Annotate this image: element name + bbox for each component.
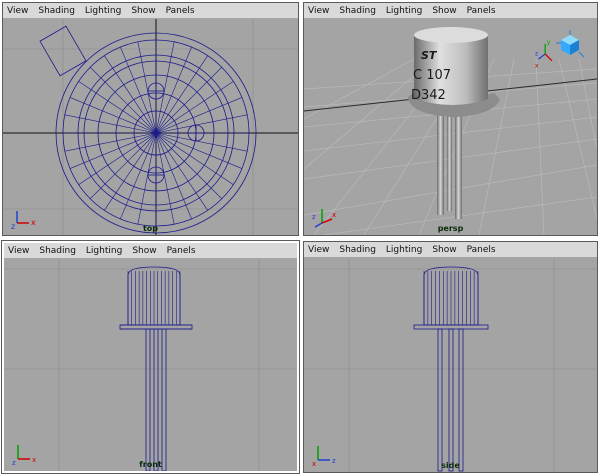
- menubar-front: View Shading Lighting Show Panels: [4, 243, 297, 259]
- axis-compass-persp: y z x: [535, 40, 553, 70]
- st-logo: ST: [421, 49, 438, 62]
- menu-view[interactable]: View: [308, 242, 329, 258]
- axis-x-label: x: [535, 64, 539, 70]
- lead-right: [455, 107, 462, 219]
- viewport-persp[interactable]: ST C 107 D342 y z x x z persp: [304, 19, 597, 235]
- axis-x-label: x: [332, 211, 336, 219]
- part-number-line2: D342: [411, 88, 446, 103]
- view-cube-icon[interactable]: [555, 29, 585, 59]
- side-wireframe: [304, 259, 597, 472]
- menu-shading[interactable]: Shading: [339, 242, 376, 258]
- menu-show[interactable]: Show: [131, 3, 155, 19]
- panel-top[interactable]: View Shading Lighting Show Panels x z to…: [2, 2, 299, 236]
- menu-shading[interactable]: Shading: [38, 3, 75, 19]
- menubar-side: View Shading Lighting Show Panels: [304, 242, 597, 258]
- viewport-side[interactable]: z x side: [304, 258, 597, 472]
- menu-show[interactable]: Show: [432, 3, 456, 19]
- viewport-grid: View Shading Lighting Show Panels x z to…: [0, 0, 600, 475]
- side-leads: [437, 328, 464, 472]
- menu-lighting[interactable]: Lighting: [86, 243, 122, 259]
- menu-panels[interactable]: Panels: [467, 242, 496, 258]
- menu-show[interactable]: Show: [132, 243, 156, 259]
- menu-view[interactable]: View: [7, 3, 28, 19]
- panel-side[interactable]: View Shading Lighting Show Panels z x si…: [303, 241, 598, 473]
- viewport-front[interactable]: x z front: [4, 259, 297, 471]
- camera-label-front: front: [139, 460, 162, 469]
- menubar-persp: View Shading Lighting Show Panels: [304, 3, 597, 19]
- menubar-top: View Shading Lighting Show Panels: [3, 3, 298, 19]
- menu-lighting[interactable]: Lighting: [386, 3, 422, 19]
- camera-label-side: side: [441, 461, 460, 470]
- menu-shading[interactable]: Shading: [339, 3, 376, 19]
- panel-front[interactable]: View Shading Lighting Show Panels x z fr…: [1, 240, 300, 474]
- axis-y-label: y: [547, 40, 551, 46]
- top-wireframe: [3, 19, 298, 235]
- menu-lighting[interactable]: Lighting: [85, 3, 121, 19]
- front-wireframe: [4, 259, 297, 471]
- menu-panels[interactable]: Panels: [166, 3, 195, 19]
- menu-view[interactable]: View: [8, 243, 29, 259]
- menu-shading[interactable]: Shading: [39, 243, 76, 259]
- front-can: [119, 266, 193, 330]
- menu-lighting[interactable]: Lighting: [386, 242, 422, 258]
- menu-show[interactable]: Show: [432, 242, 456, 258]
- lead-left: [437, 109, 444, 215]
- menu-panels[interactable]: Panels: [167, 243, 196, 259]
- axis-z-label: z: [535, 52, 538, 58]
- axis-z-label: z: [312, 213, 316, 221]
- camera-label-top: top: [142, 224, 159, 233]
- part-number-line1: C 107: [413, 68, 451, 83]
- front-leads: [145, 328, 167, 471]
- panel-persp[interactable]: View Shading Lighting Show Panels ST C 1…: [303, 2, 598, 236]
- lead-center: [447, 111, 452, 211]
- viewport-top[interactable]: x z top: [3, 19, 298, 235]
- camera-label-persp: persp: [437, 224, 464, 233]
- menu-view[interactable]: View: [308, 3, 329, 19]
- menu-panels[interactable]: Panels: [467, 3, 496, 19]
- transistor-top: [414, 27, 488, 43]
